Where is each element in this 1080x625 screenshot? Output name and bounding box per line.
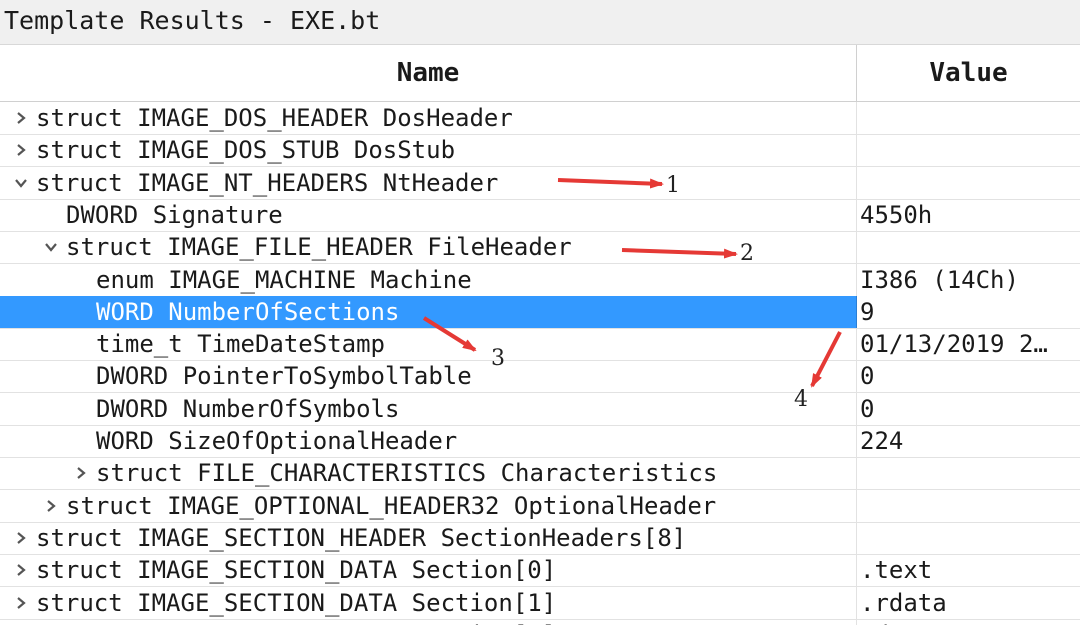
chevron-right-icon[interactable] [70,457,92,489]
tree-row[interactable]: struct IMAGE_DOS_STUB DosStub [0,134,1080,168]
row-name-cell[interactable]: struct FILE_CHARACTERISTICS Characterist… [0,457,857,490]
row-name-label: struct FILE_CHARACTERISTICS Characterist… [96,459,718,488]
row-name-cell[interactable]: DWORD NumberOfSymbols [0,392,857,425]
row-name-cell[interactable]: enum IMAGE_MACHINE Machine [0,263,857,296]
row-value-cell[interactable] [860,167,1076,199]
tree-row[interactable]: struct IMAGE_SECTION_DATA Section[2] .dat… [0,618,1080,625]
column-header-name[interactable]: Name [0,45,857,101]
row-name-label: WORD NumberOfSections [96,297,400,326]
column-header: Name Value [0,45,1080,102]
row-name-label: DWORD NumberOfSymbols [96,394,400,423]
tree-row[interactable]: WORD NumberOfSections 9 [0,295,1080,329]
window-titlebar: Template Results - EXE.bt [0,0,1080,45]
row-name-label: struct IMAGE_SECTION_HEADER SectionHeade… [36,523,687,552]
row-value-cell[interactable]: 0 [860,360,1076,392]
row-value-cell[interactable]: .text [860,554,1076,586]
row-name-cell[interactable]: time_t TimeDateStamp [0,328,857,361]
tree-row[interactable]: DWORD NumberOfSymbols 0 [0,392,1080,426]
row-value-cell[interactable]: .rdata [860,587,1076,619]
window-title: Template Results - EXE.bt [4,6,381,35]
row-name-cell[interactable]: WORD SizeOfOptionalHeader [0,425,857,457]
tree-row[interactable]: time_t TimeDateStamp 01/13/2019 2… [0,328,1080,362]
row-name-label: struct IMAGE_DOS_HEADER DosHeader [36,104,513,132]
row-value-cell[interactable] [860,522,1076,554]
tree-row[interactable]: struct IMAGE_NT_HEADERS NtHeader [0,166,1080,200]
chevron-right-icon[interactable] [10,619,32,625]
tree-row[interactable]: struct IMAGE_SECTION_DATA Section[1] .rda… [0,586,1080,620]
tree-row[interactable]: enum IMAGE_MACHINE Machine I386 (14Ch) [0,263,1080,297]
row-name-cell[interactable]: struct IMAGE_NT_HEADERS NtHeader [0,166,857,199]
column-header-value[interactable]: Value [857,45,1080,101]
row-name-label: struct IMAGE_SECTION_DATA Section[0] [36,556,557,585]
row-value-cell[interactable]: .data [860,619,1076,625]
tree-row[interactable]: struct IMAGE_DOS_HEADER DosHeader [0,102,1080,135]
chevron-right-icon[interactable] [10,522,32,554]
row-value-cell[interactable]: 9 [857,295,1080,328]
tree-row[interactable]: struct IMAGE_FILE_HEADER FileHeader [0,231,1080,265]
tree-row[interactable]: WORD SizeOfOptionalHeader 224 [0,425,1080,458]
chevron-right-icon[interactable] [10,554,32,586]
row-name-cell[interactable]: struct IMAGE_SECTION_DATA Section[1] [0,586,857,619]
row-name-cell[interactable]: struct IMAGE_SECTION_HEADER SectionHeade… [0,521,857,554]
row-name-cell[interactable]: struct IMAGE_SECTION_DATA Section[2] [0,618,857,625]
row-name-cell[interactable]: struct IMAGE_DOS_HEADER DosHeader [0,102,857,134]
chevron-down-icon[interactable] [40,231,62,263]
tree-row[interactable]: struct IMAGE_SECTION_DATA Section[0] .tex… [0,554,1080,588]
row-value-cell[interactable]: 01/13/2019 2… [860,328,1076,360]
row-name-label: struct IMAGE_DOS_STUB DosStub [36,136,456,165]
tree-row[interactable]: DWORD PointerToSymbolTable 0 [0,360,1080,394]
row-name-label: enum IMAGE_MACHINE Machine [96,265,472,294]
row-value-cell[interactable] [860,134,1076,166]
row-value-cell[interactable] [860,231,1076,263]
row-name-label: DWORD Signature [66,200,283,229]
row-name-cell[interactable]: struct IMAGE_OPTIONAL_HEADER32 OptionalH… [0,489,857,522]
row-value-cell[interactable] [860,102,1076,134]
row-name-cell[interactable]: DWORD PointerToSymbolTable [0,360,857,393]
row-name-cell[interactable]: WORD NumberOfSections [0,295,857,328]
chevron-right-icon[interactable] [10,102,32,134]
row-name-label: WORD SizeOfOptionalHeader [96,427,458,455]
row-name-label: DWORD PointerToSymbolTable [96,362,472,391]
row-name-cell[interactable]: struct IMAGE_DOS_STUB DosStub [0,134,857,167]
row-value-cell[interactable]: I386 (14Ch) [860,264,1076,296]
row-value-cell[interactable]: 0 [860,393,1076,425]
row-value-cell[interactable] [860,457,1076,489]
chevron-down-icon[interactable] [10,167,32,199]
row-name-label: struct IMAGE_SECTION_DATA Section[2] [36,619,556,625]
row-value-cell[interactable]: 224 [860,425,1076,457]
chevron-right-icon[interactable] [10,134,32,166]
row-name-label: struct IMAGE_OPTIONAL_HEADER32 OptionalH… [66,491,717,520]
row-name-label: struct IMAGE_SECTION_DATA Section[1] [36,588,557,617]
row-name-cell[interactable]: struct IMAGE_SECTION_DATA Section[0] [0,554,857,587]
row-name-label: struct IMAGE_NT_HEADERS NtHeader [36,168,499,197]
chevron-right-icon[interactable] [40,490,62,522]
tree-row[interactable]: struct FILE_CHARACTERISTICS Characterist… [0,457,1080,491]
template-results-tree: struct IMAGE_DOS_HEADER DosHeader struct … [0,102,1080,625]
row-value-cell[interactable] [860,490,1076,522]
row-name-label: time_t TimeDateStamp [96,330,385,359]
row-name-label: struct IMAGE_FILE_HEADER FileHeader [66,233,572,262]
row-value-cell[interactable]: 4550h [860,199,1076,231]
tree-row[interactable]: struct IMAGE_OPTIONAL_HEADER32 OptionalH… [0,489,1080,523]
tree-row[interactable]: struct IMAGE_SECTION_HEADER SectionHeade… [0,521,1080,555]
row-name-cell[interactable]: DWORD Signature [0,198,857,231]
chevron-right-icon[interactable] [10,587,32,619]
tree-row[interactable]: DWORD Signature 4550h [0,198,1080,232]
row-name-cell[interactable]: struct IMAGE_FILE_HEADER FileHeader [0,231,857,264]
